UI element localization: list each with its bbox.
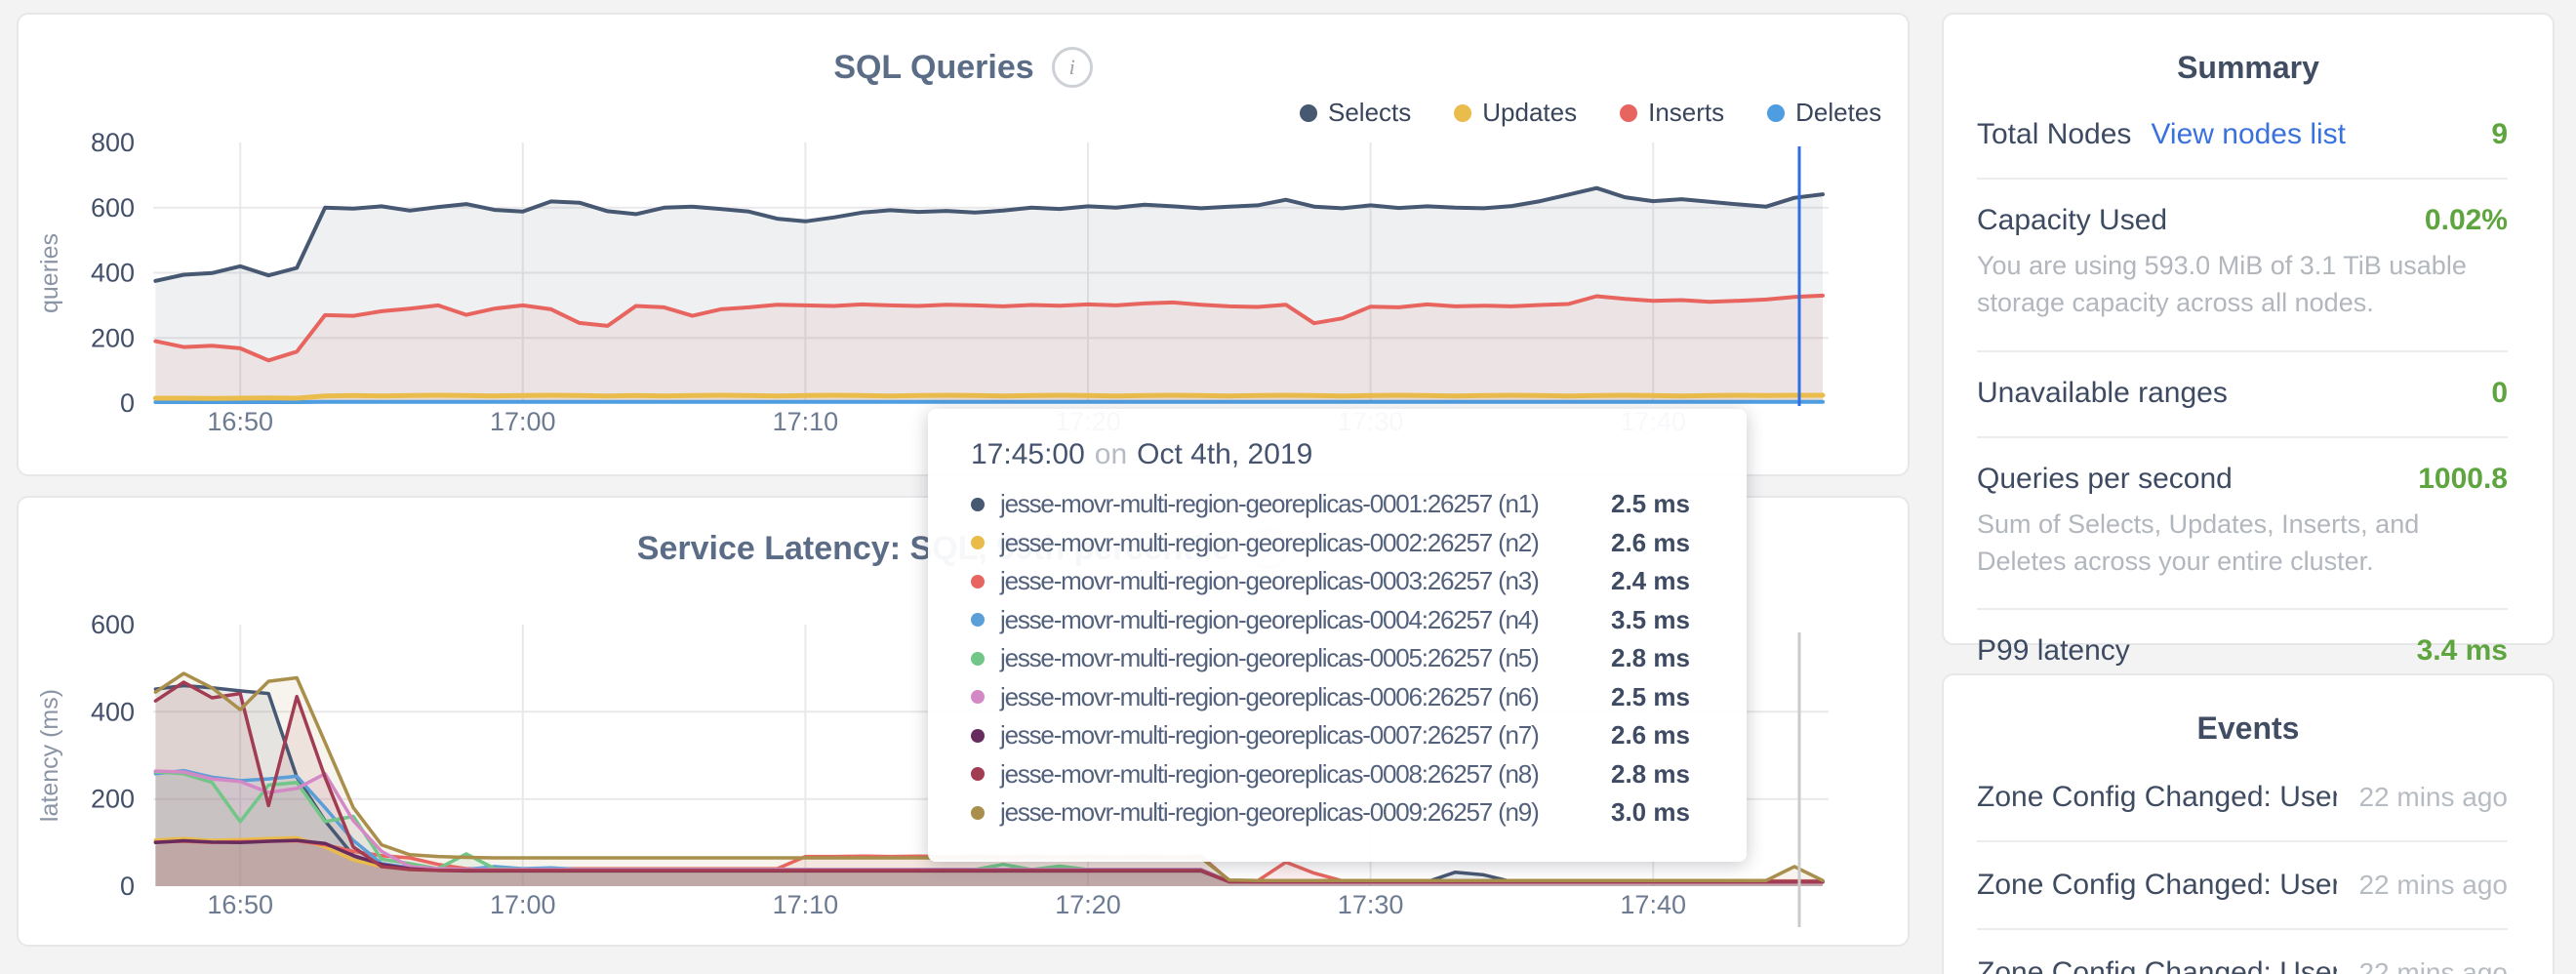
node-color-dot (971, 536, 985, 549)
node-latency-value: 2.5 ms (1611, 682, 1723, 712)
node-color-dot (971, 690, 985, 704)
summary-value: 3.4 ms (2417, 634, 2508, 668)
event-row[interactable]: Zone Config Changed: User… 22 mins ago (1977, 930, 2508, 974)
tooltip-rows: jesse-movr-multi-region-georeplicas-0001… (971, 485, 1723, 832)
tooltip-row: jesse-movr-multi-region-georeplicas-0003… (971, 562, 1723, 601)
node-latency-value: 2.6 ms (1611, 528, 1723, 558)
event-time: 22 mins ago (2358, 957, 2508, 974)
legend-label: Updates (1482, 98, 1577, 128)
legend-dot (1300, 104, 1317, 122)
legend-label: Selects (1328, 98, 1411, 128)
legend-item-updates[interactable]: Updates (1454, 98, 1577, 128)
legend-label: Deletes (1795, 98, 1881, 128)
tooltip-row: jesse-movr-multi-region-georeplicas-0005… (971, 639, 1723, 678)
summary-rows: Total Nodes View nodes list 9 Capacity Used… (1944, 94, 2553, 694)
summary-label: Total Nodes (1977, 118, 2131, 151)
legend-dot (1454, 104, 1471, 122)
summary-row: Capacity Used 0.02% You are using 593.0 Mi… (1977, 180, 2508, 352)
tooltip-time: 17:45:00 (971, 438, 1085, 470)
summary-value: 0.02% (2425, 204, 2508, 237)
tooltip-row: jesse-movr-multi-region-georeplicas-0009… (971, 793, 1723, 832)
summary-row: Queries per second 1000.8 Sum of Selects, … (1977, 438, 2508, 611)
node-color-dot (971, 729, 985, 743)
node-latency-value: 3.0 ms (1611, 797, 1723, 828)
legend-item-selects[interactable]: Selects (1300, 98, 1411, 128)
tooltip-joiner: on (1085, 438, 1137, 470)
summary-heading: Summary (1944, 50, 2553, 86)
events-rows: Zone Config Changed: User…22 mins agoZon… (1944, 754, 2553, 974)
sql-queries-title-text: SQL Queries (833, 49, 1033, 87)
view-nodes-list-link[interactable]: View nodes list (2151, 118, 2346, 151)
sql-queries-title: SQL Queries i (17, 47, 1910, 88)
summary-row: Total Nodes View nodes list 9 (1977, 94, 2508, 180)
summary-value: 9 (2491, 118, 2508, 151)
summary-label: Queries per second (1977, 463, 2233, 496)
legend-dot (1767, 104, 1785, 122)
legend-label: Inserts (1648, 98, 1724, 128)
node-color-dot (971, 613, 985, 627)
event-row[interactable]: Zone Config Changed: User… 22 mins ago (1977, 842, 2508, 930)
event-time: 22 mins ago (2358, 782, 2508, 813)
node-name: jesse-movr-multi-region-georeplicas-0001… (1000, 489, 1611, 519)
node-name: jesse-movr-multi-region-georeplicas-0008… (1000, 759, 1611, 790)
node-latency-value: 2.8 ms (1611, 643, 1723, 673)
summary-label: Unavailable ranges (1977, 377, 2228, 410)
summary-row: Unavailable ranges 0 (1977, 352, 2508, 438)
summary-note: You are using 593.0 MiB of 3.1 TiB usabl… (1977, 247, 2508, 322)
cluster-overview-dashboard: 020040060080016:5017:0017:1017:2017:3017… (0, 0, 2576, 974)
node-name: jesse-movr-multi-region-georeplicas-0006… (1000, 682, 1611, 712)
event-time: 22 mins ago (2358, 870, 2508, 901)
node-color-dot (971, 575, 985, 588)
summary-label: Capacity Used (1977, 204, 2167, 237)
legend-item-deletes[interactable]: Deletes (1767, 98, 1881, 128)
event-label: Zone Config Changed: User… (1977, 956, 2337, 974)
events-panel: Events Zone Config Changed: User… 22 mins… (1942, 673, 2555, 974)
chart-legend: SelectsUpdatesInsertsDeletes (1300, 98, 1827, 128)
node-latency-value: 2.5 ms (1611, 489, 1723, 519)
tooltip-row: jesse-movr-multi-region-georeplicas-0002… (971, 524, 1723, 563)
tooltip-date: Oct 4th, 2019 (1137, 438, 1312, 470)
node-name: jesse-movr-multi-region-georeplicas-0003… (1000, 566, 1611, 596)
event-row[interactable]: Zone Config Changed: User… 22 mins ago (1977, 754, 2508, 842)
tooltip-row: jesse-movr-multi-region-georeplicas-0008… (971, 755, 1723, 794)
node-color-dot (971, 767, 985, 781)
node-latency-value: 3.5 ms (1611, 605, 1723, 635)
event-label: Zone Config Changed: User… (1977, 781, 2337, 814)
node-latency-value: 2.6 ms (1611, 720, 1723, 751)
node-latency-value: 2.4 ms (1611, 566, 1723, 596)
node-name: jesse-movr-multi-region-georeplicas-0004… (1000, 605, 1611, 635)
legend-dot (1620, 104, 1637, 122)
tooltip-timestamp: 17:45:00onOct 4th, 2019 (971, 438, 1723, 471)
event-label: Zone Config Changed: User… (1977, 869, 2337, 902)
legend-item-inserts[interactable]: Inserts (1620, 98, 1724, 128)
summary-label: P99 latency (1977, 634, 2130, 668)
node-name: jesse-movr-multi-region-georeplicas-0002… (1000, 528, 1611, 558)
summary-value: 0 (2491, 377, 2508, 410)
node-color-dot (971, 652, 985, 666)
events-heading: Events (1944, 710, 2553, 747)
info-icon[interactable]: i (1052, 47, 1093, 88)
summary-panel: Summary Total Nodes View nodes list 9 Capac… (1942, 13, 2555, 645)
node-latency-value: 2.8 ms (1611, 759, 1723, 790)
tooltip-row: jesse-movr-multi-region-georeplicas-0004… (971, 601, 1723, 640)
node-color-dot (971, 806, 985, 820)
tooltip-row: jesse-movr-multi-region-georeplicas-0001… (971, 485, 1723, 524)
tooltip-row: jesse-movr-multi-region-georeplicas-0007… (971, 716, 1723, 755)
node-name: jesse-movr-multi-region-georeplicas-0007… (1000, 720, 1611, 751)
node-name: jesse-movr-multi-region-georeplicas-0009… (1000, 797, 1611, 828)
tooltip-row: jesse-movr-multi-region-georeplicas-0006… (971, 678, 1723, 717)
summary-note: Sum of Selects, Updates, Inserts, and De… (1977, 506, 2508, 581)
node-color-dot (971, 498, 985, 511)
node-name: jesse-movr-multi-region-georeplicas-0005… (1000, 643, 1611, 673)
chart-tooltip: 17:45:00onOct 4th, 2019 jesse-movr-multi… (928, 409, 1747, 862)
summary-value: 1000.8 (2418, 463, 2508, 496)
